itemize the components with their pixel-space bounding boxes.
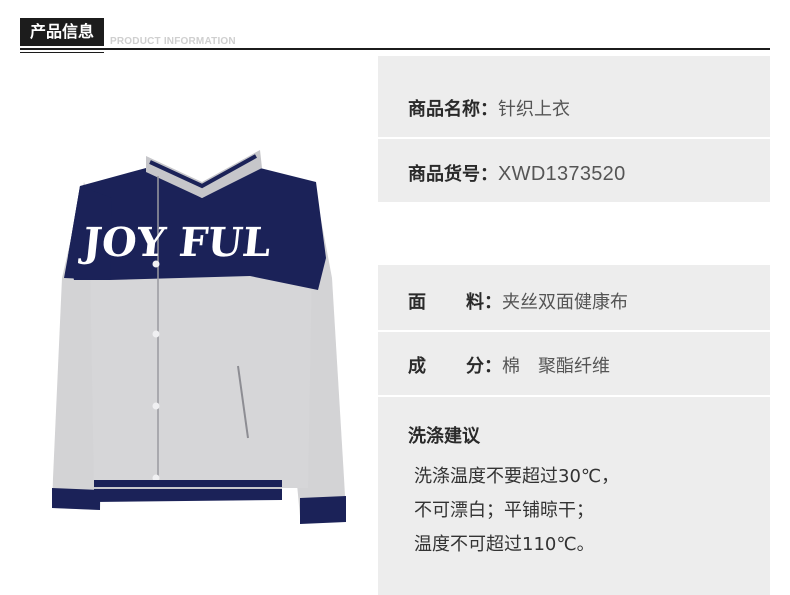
- care-line: 温度不可超过110℃。: [414, 534, 595, 555]
- care-title: 洗涤建议: [408, 426, 480, 447]
- info-value-fabric: 夹丝双面健康布: [502, 292, 628, 313]
- row-divider: [378, 330, 770, 332]
- info-value-composition: 棉 聚酯纤维: [502, 356, 610, 377]
- snap-button: [152, 330, 160, 338]
- colon: ：: [484, 356, 502, 377]
- jacket-body: [90, 258, 312, 488]
- jacket-image: JOY FUL: [52, 150, 346, 524]
- info-row-composition: 成 分：棉 聚酯纤维: [408, 352, 610, 378]
- header-divider-accent: [20, 52, 104, 53]
- info-row-sku: 商品货号：XWD1373520: [408, 160, 626, 186]
- info-value-sku: XWD1373520: [498, 163, 626, 185]
- info-row-name: 商品名称：针织上衣: [408, 95, 570, 121]
- row-divider-blank: [378, 202, 770, 265]
- section-subtitle: PRODUCT INFORMATION: [110, 36, 236, 47]
- header-divider: [20, 48, 770, 50]
- section-title-tag: 产品信息: [20, 18, 104, 46]
- left-cuff: [52, 488, 100, 510]
- snap-button: [152, 402, 160, 410]
- info-label-composition-a: 成: [408, 356, 426, 377]
- info-label-fabric-a: 面: [408, 292, 426, 313]
- care-line: 洗涤温度不要超过30℃，: [414, 466, 620, 487]
- right-cuff: [300, 496, 346, 524]
- care-line: 不可漂白；平铺晾干；: [414, 500, 594, 521]
- colon: ：: [480, 164, 498, 185]
- colon: ：: [480, 99, 498, 120]
- info-label-composition-b: 分: [466, 356, 484, 377]
- jacket-print-text: JOY FUL: [78, 219, 274, 266]
- info-label-name: 商品名称: [408, 99, 480, 120]
- info-row-fabric: 面 料：夹丝双面健康布: [408, 288, 628, 314]
- info-value-name: 针织上衣: [498, 99, 570, 120]
- colon: ：: [484, 292, 502, 313]
- hem-band: [94, 480, 282, 502]
- row-divider: [378, 137, 770, 139]
- info-label-sku: 商品货号: [408, 164, 480, 185]
- row-divider: [378, 395, 770, 397]
- info-label-fabric-b: 料: [466, 292, 484, 313]
